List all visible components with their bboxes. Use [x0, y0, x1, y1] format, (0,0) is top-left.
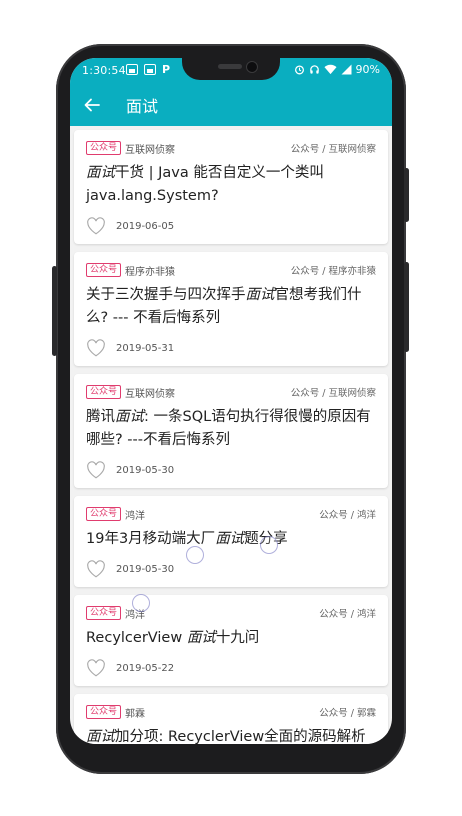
publish-date: 2019-06-05 — [116, 220, 175, 232]
author-name[interactable]: 互联网侦察 — [125, 385, 175, 400]
touch-indicator — [186, 546, 204, 564]
article-title[interactable]: 面试加分项: RecyclerView全面的源码解析 — [86, 726, 376, 744]
source-path: 公众号 / 互联网侦察 — [290, 388, 376, 399]
article-card[interactable]: 公众号 程序亦非猿 公众号 / 程序亦非猿 关于三次握手与四次挥手面试官想考我们… — [74, 252, 388, 366]
article-title[interactable]: 19年3月移动端大厂面试题分享 — [86, 528, 376, 551]
status-bar: 1:30:54 P 90% — [70, 58, 392, 84]
publish-date: 2019-05-30 — [116, 464, 175, 476]
signal-icon — [341, 64, 352, 75]
author-name[interactable]: 互联网侦察 — [125, 141, 175, 156]
notification-icons: P — [126, 64, 170, 75]
image-notification-icon — [144, 64, 156, 75]
touch-indicator — [260, 536, 278, 554]
source-badge: 公众号 — [86, 705, 122, 719]
article-title[interactable]: 腾讯面试: 一条SQL语句执行得很慢的原因有哪些? ---不看后悔系列 — [86, 406, 376, 452]
highlight-keyword: 面试 — [86, 165, 115, 181]
source-path: 公众号 / 鸿洋 — [319, 609, 376, 620]
arrow-left-icon — [84, 98, 100, 112]
highlight-keyword: 面试 — [86, 729, 115, 744]
article-card[interactable]: 公众号 鸿洋 公众号 / 鸿洋 RecylcerView 面试十九问 2019-… — [74, 595, 388, 686]
source-badge: 公众号 — [86, 385, 122, 399]
source-badge: 公众号 — [86, 263, 122, 277]
source-badge: 公众号 — [86, 141, 122, 155]
screen: 1:30:54 P 90% 面试 公众号 互联网侦察 公众号 / 互联网侦察 面… — [70, 58, 392, 744]
article-card[interactable]: 公众号 互联网侦察 公众号 / 互联网侦察 面试干货 | Java 能否自定义一… — [74, 130, 388, 244]
highlight-keyword: 面试 — [245, 287, 275, 303]
author-name[interactable]: 程序亦非猿 — [125, 263, 175, 278]
page-title: 面试 — [126, 97, 159, 116]
author-name[interactable]: 鸿洋 — [125, 507, 145, 522]
publish-date: 2019-05-31 — [116, 342, 175, 354]
speaker — [218, 64, 242, 69]
source-path: 公众号 / 鸿洋 — [319, 510, 376, 521]
power-button — [404, 262, 409, 352]
heart-icon[interactable] — [86, 461, 106, 479]
source-badge: 公众号 — [86, 507, 122, 521]
alarm-icon — [294, 65, 304, 75]
source-badge: 公众号 — [86, 606, 122, 620]
wifi-icon — [324, 64, 337, 75]
parking-notification-icon: P — [162, 63, 171, 76]
back-button[interactable] — [70, 84, 114, 126]
heart-icon[interactable] — [86, 560, 106, 578]
publish-date: 2019-05-30 — [116, 563, 175, 575]
system-icons: 90% — [294, 63, 380, 76]
app-bar: 面试 — [70, 84, 392, 126]
author-name[interactable]: 郭霖 — [125, 705, 145, 720]
highlight-keyword: 面试 — [215, 531, 245, 547]
article-title[interactable]: RecylcerView 面试十九问 — [86, 627, 376, 650]
touch-indicator — [132, 594, 150, 612]
source-path: 公众号 / 程序亦非猿 — [290, 266, 376, 277]
article-card[interactable]: 公众号 互联网侦察 公众号 / 互联网侦察 腾讯面试: 一条SQL语句执行得很慢… — [74, 374, 388, 488]
volume-button — [52, 266, 57, 356]
article-card[interactable]: 公众号 郭霖 公众号 / 郭霖 面试加分项: RecyclerView全面的源码… — [74, 694, 388, 744]
heart-icon[interactable] — [86, 217, 106, 235]
highlight-keyword: 面试 — [186, 630, 216, 646]
front-camera — [246, 61, 258, 73]
highlight-keyword: 面试 — [115, 409, 144, 425]
headset-icon — [309, 65, 319, 74]
publish-date: 2019-05-22 — [116, 662, 175, 674]
status-time: 1:30:54 — [82, 64, 126, 77]
article-list[interactable]: 公众号 互联网侦察 公众号 / 互联网侦察 面试干货 | Java 能否自定义一… — [70, 126, 392, 744]
article-title[interactable]: 面试干货 | Java 能否自定义一个类叫java.lang.System? — [86, 162, 376, 208]
source-path: 公众号 / 郭霖 — [319, 708, 376, 719]
battery-level: 90% — [355, 63, 380, 76]
image-notification-icon — [126, 64, 138, 75]
side-button-top — [404, 168, 409, 222]
heart-icon[interactable] — [86, 339, 106, 357]
article-title[interactable]: 关于三次握手与四次挥手面试官想考我们什么? --- 不看后悔系列 — [86, 284, 376, 330]
article-card[interactable]: 公众号 鸿洋 公众号 / 鸿洋 19年3月移动端大厂面试题分享 2019-05-… — [74, 496, 388, 587]
camera-notch — [182, 58, 280, 80]
heart-icon[interactable] — [86, 659, 106, 677]
source-path: 公众号 / 互联网侦察 — [290, 144, 376, 155]
